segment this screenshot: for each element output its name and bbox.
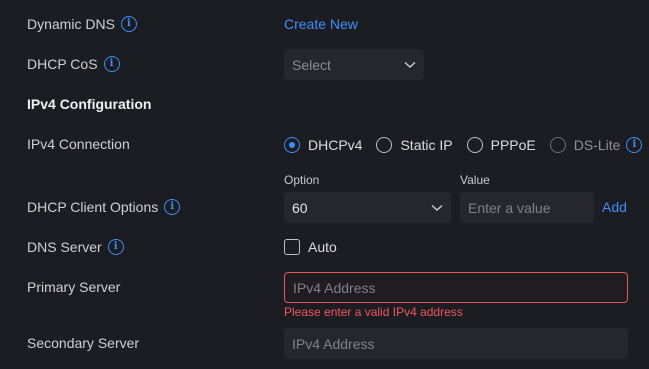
radio-pppoe[interactable]: PPPoE — [466, 137, 536, 153]
value-field-label: Value — [460, 173, 490, 187]
dhcp-cos-label: DHCP CoS — [27, 56, 98, 72]
radio-static-ip-label: Static IP — [400, 137, 453, 153]
dhcp-option-select-value: 60 — [292, 199, 308, 216]
radio-pppoe-label: PPPoE — [490, 137, 536, 153]
dhcp-client-options-row-label: DHCP Client Options i — [27, 199, 181, 215]
secondary-server-row-label: Secondary Server — [27, 335, 139, 351]
dynamic-dns-label: Dynamic DNS — [27, 16, 115, 32]
primary-server-input[interactable]: IPv4 Address — [284, 272, 628, 303]
radio-dhcpv4[interactable]: DHCPv4 — [284, 137, 362, 153]
chevron-down-icon — [431, 202, 443, 214]
radio-dhcpv4-label: DHCPv4 — [308, 137, 363, 153]
ipv4-connection-radio-group: DHCPv4 Static IP PPPoE DS-Lite i — [284, 137, 643, 153]
ipv4-connection-label: IPv4 Connection — [27, 136, 130, 152]
primary-server-row-label: Primary Server — [27, 279, 120, 295]
info-icon[interactable]: i — [107, 239, 124, 255]
primary-server-placeholder: IPv4 Address — [293, 279, 376, 296]
dynamic-dns-row-label: Dynamic DNS i — [27, 16, 137, 32]
info-icon[interactable]: i — [103, 56, 120, 72]
radio-ds-lite-label: DS-Lite — [573, 137, 621, 153]
secondary-server-label: Secondary Server — [27, 335, 140, 351]
option-field-label: Option — [284, 173, 320, 187]
info-icon[interactable]: i — [164, 199, 181, 215]
info-icon[interactable]: i — [626, 137, 643, 153]
radio-unchecked-icon — [549, 137, 566, 153]
radio-ds-lite[interactable]: DS-Lite — [549, 137, 621, 153]
dns-server-label: DNS Server — [27, 239, 102, 255]
ipv4-configuration-heading: IPv4 Configuration — [27, 96, 152, 112]
radio-unchecked-icon — [466, 137, 483, 153]
dns-server-row-label: DNS Server i — [27, 239, 124, 255]
dhcp-cos-row-label: DHCP CoS i — [27, 56, 120, 72]
dhcp-option-value-placeholder: Enter a value — [468, 199, 551, 216]
dns-auto-label: Auto — [308, 239, 337, 255]
dhcp-cos-select-value: Select — [292, 56, 331, 73]
secondary-server-placeholder: IPv4 Address — [292, 335, 375, 352]
dhcp-cos-select[interactable]: Select — [284, 49, 424, 80]
ipv4-connection-row-label: IPv4 Connection — [27, 136, 130, 152]
chevron-down-icon — [404, 59, 416, 71]
info-icon[interactable]: i — [120, 16, 137, 32]
primary-server-error: Please enter a valid IPv4 address — [284, 305, 463, 319]
radio-checked-icon — [284, 137, 300, 153]
create-new-link[interactable]: Create New — [284, 16, 358, 32]
checkbox-unchecked-icon — [284, 239, 300, 255]
add-option-button[interactable]: Add — [602, 199, 627, 215]
dhcp-option-value-input[interactable]: Enter a value — [460, 192, 594, 223]
primary-server-label: Primary Server — [27, 279, 121, 295]
radio-static-ip[interactable]: Static IP — [376, 137, 453, 153]
dhcp-option-select[interactable]: 60 — [284, 192, 451, 223]
radio-unchecked-icon — [376, 137, 393, 153]
dhcp-client-options-label: DHCP Client Options — [27, 199, 159, 215]
dns-auto-checkbox[interactable]: Auto — [284, 239, 337, 255]
secondary-server-input[interactable]: IPv4 Address — [284, 328, 628, 359]
